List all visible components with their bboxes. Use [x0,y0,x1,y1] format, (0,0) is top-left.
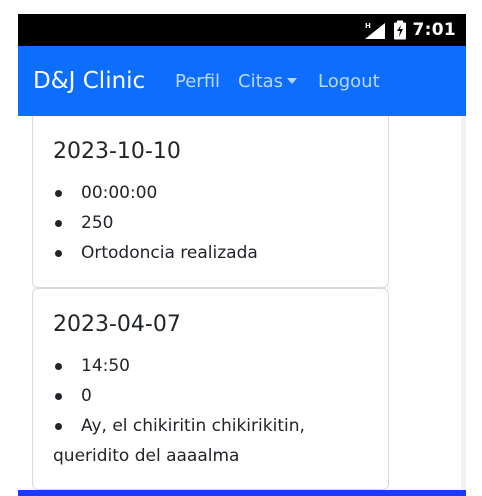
appointment-time: 00:00:00 [81,183,158,203]
list-item: 250 [53,208,373,238]
appointment-details: 00:00:00 250 Ortodoncia realizada [53,178,373,268]
nav-dropdown-citas[interactable]: Citas [238,70,298,94]
bullet-icon [55,363,62,370]
appointment-card: 2023-04-07 14:50 0 Ay, el chikiritin chi… [32,288,389,490]
nav-citas-label: Citas [238,71,284,92]
appointment-time: 14:50 [81,356,130,376]
status-bar: H 7:01 [18,14,466,46]
appointment-card: 2023-10-10 00:00:00 250 Ortodoncia reali… [32,116,389,288]
bullet-icon [55,250,62,257]
signal-icon: H [364,22,385,39]
list-item: 00:00:00 [53,178,373,208]
bottom-bar [18,490,466,496]
battery-icon [393,20,406,40]
nav-link-logout[interactable]: Logout [318,70,380,94]
caret-down-icon [287,78,298,84]
bullet-icon [55,220,62,227]
status-time: 7:01 [412,20,456,40]
appointment-details: 14:50 0 Ay, el chikiritin chikirikitin, … [53,351,373,471]
scrollbar-track[interactable] [461,116,466,490]
list-item: Ortodoncia realizada [53,238,373,268]
list-item: 0 [53,381,373,411]
appointments-list: 2023-10-10 00:00:00 250 Ortodoncia reali… [18,116,466,490]
appointment-cost: 250 [81,213,114,233]
appointment-date: 2023-10-10 [53,139,181,164]
appointment-date: 2023-04-07 [53,312,181,337]
phone-screen: H 7:01 D&J Clinic Perfil Citas Logout 20… [18,14,466,496]
bullet-icon [55,190,62,197]
appointment-description: Ay, el chikiritin chikirikitin, queridit… [53,416,305,466]
navbar-brand[interactable]: D&J Clinic [33,66,145,96]
status-icons: H 7:01 [363,19,456,41]
list-item: Ay, el chikiritin chikirikitin, queridit… [53,411,373,471]
nav-link-perfil[interactable]: Perfil [175,70,220,94]
appointment-description: Ortodoncia realizada [81,243,258,263]
svg-text:H: H [365,22,371,30]
appointment-cost: 0 [81,386,92,406]
list-item: 14:50 [53,351,373,381]
bullet-icon [55,393,62,400]
bullet-icon [55,423,62,430]
navbar: D&J Clinic Perfil Citas Logout [18,46,466,116]
